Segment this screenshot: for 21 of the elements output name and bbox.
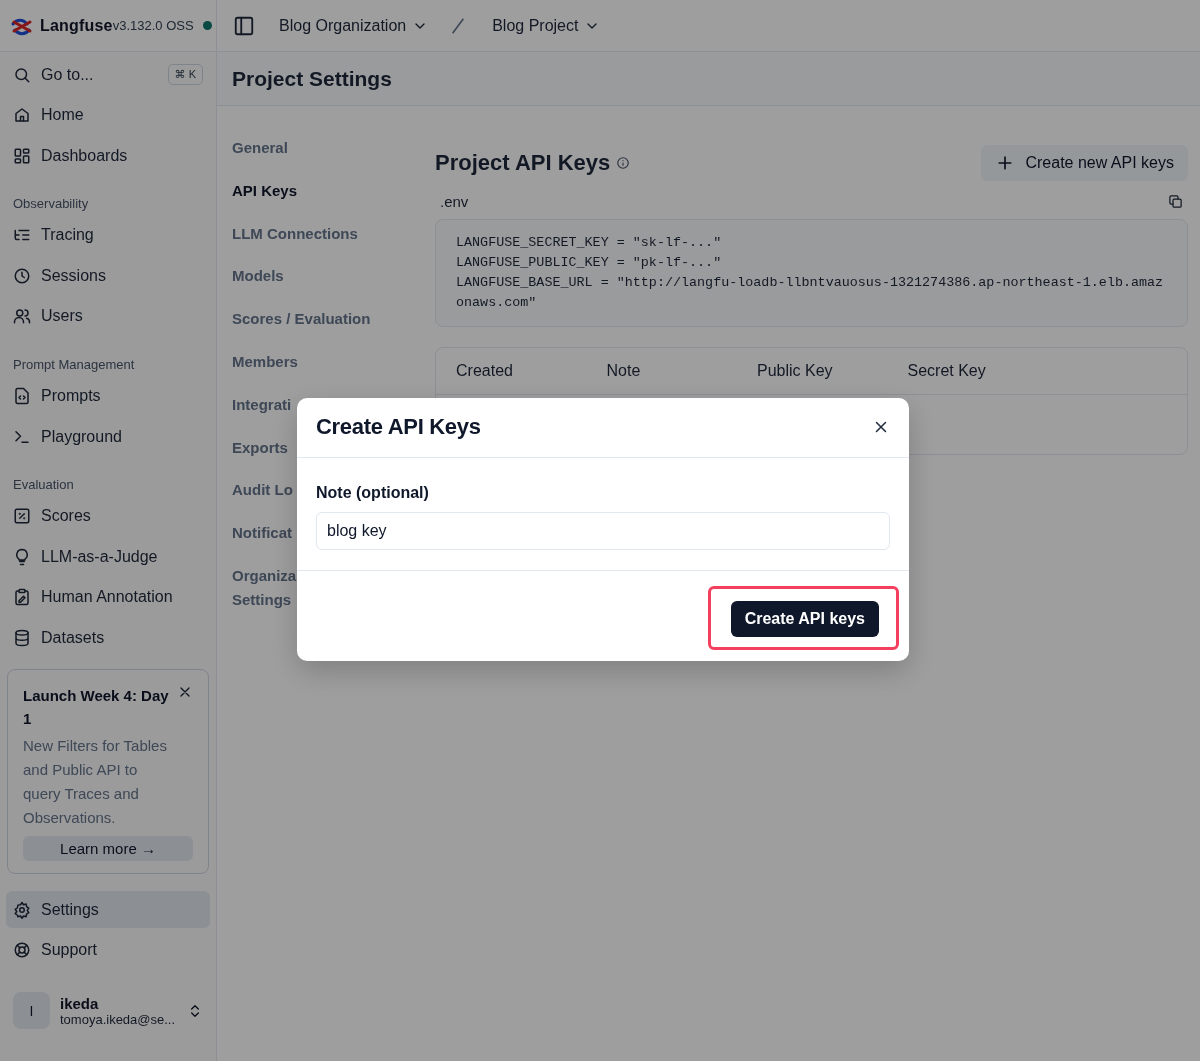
field-label: Note (optional) [316, 484, 430, 502]
code-block: LANGFUSE_SECRET_KEY = "sk-lf-..." LANGFUSE_PUBLIC_KEY = "pk-lf-..." LANGFUSE_BASE_URL = "http://langfu-loadb-llbntvauosus-1321274386.ap-northeast-1.elb.amazonaws.com" [435, 219, 1188, 327]
version-label: v3.132.0 OSS [112, 18, 194, 33]
column-header: Public Key [757, 362, 834, 380]
user-email: tomoya.ikeda@se... [60, 1011, 177, 1027]
announcement-title: Launch Week 4: Day 1 [23, 686, 170, 730]
file-label: .env [440, 193, 469, 210]
page-title: Project Settings [232, 66, 392, 91]
logo-text: Langfuse [40, 16, 113, 35]
user-name: ikeda [60, 994, 100, 1012]
column-header: Secret Key [907, 362, 987, 380]
avatar: I [13, 992, 50, 1030]
dialog-title: Create API Keys [316, 414, 481, 440]
section-label: Prompt Management [12, 355, 136, 374]
section-label: Observability [12, 194, 90, 213]
column-header: Created [456, 362, 514, 380]
announcement-text: New Filters for Tables and Public API to query Traces and Observations. [23, 736, 168, 829]
section-title: Project API Keys [435, 150, 611, 176]
section-label: Evaluation [12, 475, 75, 494]
column-header: Note [606, 362, 642, 380]
shortcut-badge: ⌘ K [167, 64, 203, 85]
